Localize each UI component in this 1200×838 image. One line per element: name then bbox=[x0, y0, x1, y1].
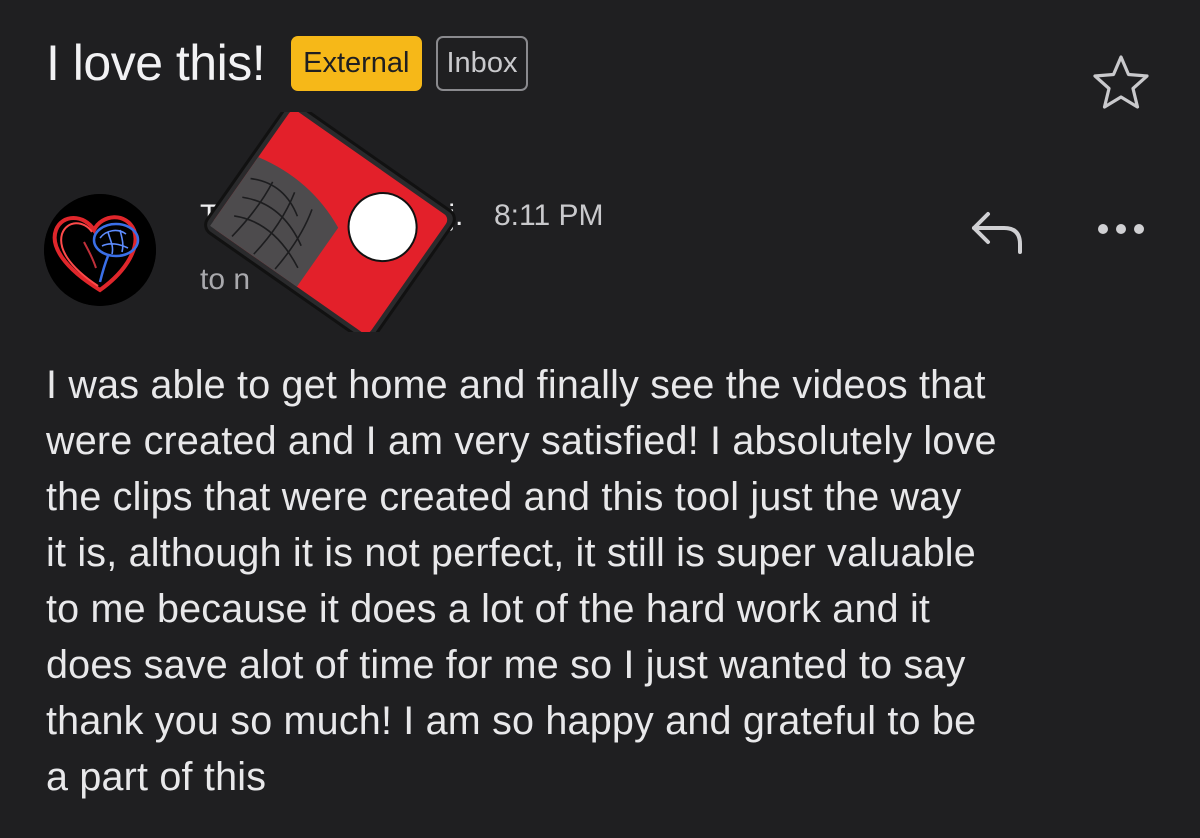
star-icon[interactable] bbox=[1090, 52, 1152, 114]
external-label-badge[interactable]: External bbox=[291, 35, 422, 91]
reply-icon[interactable] bbox=[966, 204, 1030, 258]
inbox-label-badge[interactable]: Inbox bbox=[435, 35, 529, 91]
email-body: I was able to get home and finally see t… bbox=[46, 363, 997, 799]
sender-avatar[interactable] bbox=[44, 194, 156, 306]
redaction-sticker-icon bbox=[204, 112, 456, 332]
more-options-icon[interactable] bbox=[1094, 214, 1148, 244]
heart-brain-avatar-icon bbox=[44, 194, 156, 306]
email-subject: I love this! bbox=[46, 35, 266, 91]
email-time: 8:11 PM bbox=[494, 199, 604, 232]
subject-row: I love this! External Inbox bbox=[46, 28, 529, 98]
